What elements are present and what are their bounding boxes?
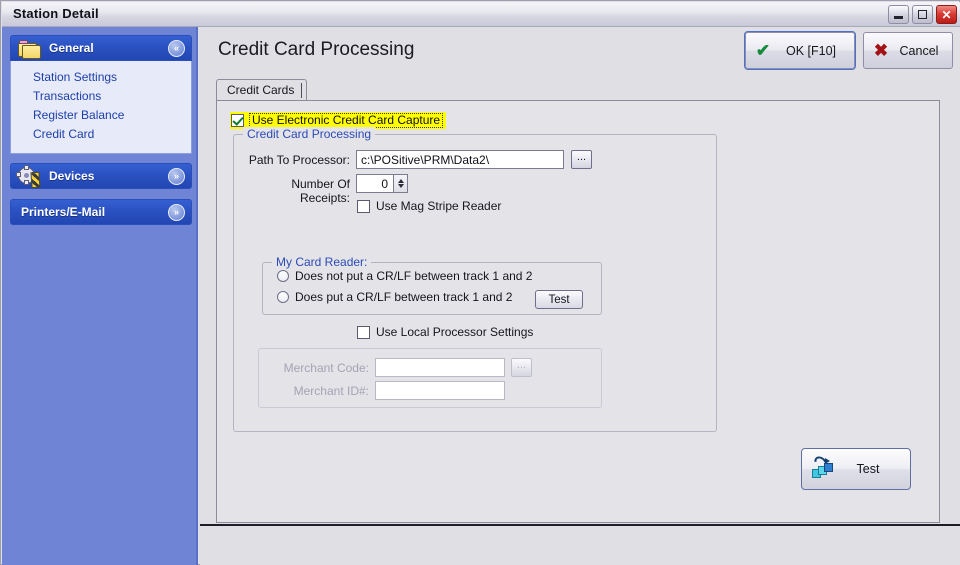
- use-local-processor-settings-checkbox[interactable]: Use Local Processor Settings: [357, 325, 533, 339]
- path-to-processor-browse-button[interactable]: ...: [571, 150, 592, 169]
- sidebar-item-credit-card[interactable]: Credit Card: [11, 125, 191, 144]
- use-mag-stripe-reader-label: Use Mag Stripe Reader: [376, 199, 502, 213]
- radio-with-crlf[interactable]: Does put a CR/LF between track 1 and 2: [277, 290, 512, 304]
- close-button[interactable]: ✕: [936, 5, 957, 24]
- radio-button-circle: [277, 270, 289, 282]
- my-card-reader-group: My Card Reader: Does not put a CR/LF bet…: [262, 255, 602, 315]
- page-title: Credit Card Processing: [218, 39, 415, 60]
- path-to-processor-input[interactable]: c:\POSitive\PRM\Data2\: [356, 150, 564, 169]
- maximize-button[interactable]: [912, 5, 933, 24]
- my-card-reader-group-title: My Card Reader:: [272, 255, 372, 269]
- sidebar-item-station-settings[interactable]: Station Settings: [11, 68, 191, 87]
- merchant-settings-group: Merchant Code: ... Merchant ID#:: [258, 348, 602, 408]
- maximize-icon: [913, 6, 932, 23]
- radio-button-circle: [277, 291, 289, 303]
- ok-button[interactable]: ✔ OK [F10]: [745, 32, 855, 69]
- sidebar: General « Station Settings Transactions …: [2, 27, 198, 565]
- cancel-button[interactable]: ✖ Cancel: [863, 32, 953, 69]
- number-of-receipts-input[interactable]: 0: [356, 174, 394, 193]
- bottom-strip: [200, 524, 960, 565]
- merchant-id-input[interactable]: [375, 381, 505, 400]
- gear-icon: [16, 165, 46, 189]
- check-icon: ✔: [755, 40, 771, 60]
- tab-page-credit-cards: Use Electronic Credit Card Capture Credi…: [216, 100, 940, 523]
- radio-no-crlf-label: Does not put a CR/LF between track 1 and…: [295, 269, 533, 283]
- minimize-icon: [889, 6, 908, 23]
- checkbox-box: [357, 199, 370, 213]
- sidebar-group-printers-email: Printers/E-Mail »: [10, 199, 192, 225]
- path-to-processor-label: Path To Processor:: [248, 153, 350, 167]
- window-title: Station Detail: [13, 6, 99, 21]
- content-panel: Credit Card Processing ✔ OK [F10] ✖ Canc…: [200, 27, 960, 565]
- test-button[interactable]: Test: [801, 448, 911, 490]
- spinner-up-icon[interactable]: [397, 179, 404, 183]
- sidebar-group-header-devices[interactable]: Devices »: [10, 163, 192, 189]
- folder-icon: [18, 39, 44, 60]
- station-detail-window: Station Detail ✕ General « Station Setti…: [0, 0, 960, 565]
- sidebar-group-label-printers-email: Printers/E-Mail: [21, 205, 106, 219]
- chevron-down-icon[interactable]: »: [168, 168, 185, 185]
- test-button-label: Test: [856, 462, 880, 476]
- chevron-down-icon[interactable]: »: [168, 204, 185, 221]
- number-of-receipts-spinner[interactable]: [394, 174, 408, 193]
- merchant-code-browse-button[interactable]: ...: [511, 358, 532, 377]
- minimize-button[interactable]: [888, 5, 909, 24]
- tab-credit-cards[interactable]: Credit Cards: [216, 79, 308, 101]
- checkbox-box: [357, 325, 370, 339]
- merchant-code-label: Merchant Code:: [283, 361, 369, 375]
- sidebar-group-label-devices: Devices: [49, 169, 95, 183]
- radio-with-crlf-label: Does put a CR/LF between track 1 and 2: [295, 290, 513, 304]
- use-mag-stripe-reader-checkbox[interactable]: Use Mag Stripe Reader: [357, 199, 501, 213]
- close-icon: ✕: [941, 7, 952, 22]
- merchant-id-label: Merchant ID#:: [293, 384, 369, 398]
- sidebar-group-body-general: Station Settings Transactions Register B…: [10, 61, 192, 154]
- credit-card-processing-group-title: Credit Card Processing: [243, 127, 376, 141]
- checkbox-box: [231, 114, 244, 127]
- use-electronic-credit-card-capture-label: Use Electronic Credit Card Capture: [249, 113, 444, 128]
- radio-no-crlf[interactable]: Does not put a CR/LF between track 1 and…: [277, 269, 532, 283]
- chevron-up-icon[interactable]: «: [168, 40, 185, 57]
- sidebar-group-header-general[interactable]: General «: [10, 35, 192, 61]
- cancel-button-label: Cancel: [899, 43, 939, 58]
- sidebar-group-label-general: General: [49, 41, 94, 55]
- ok-button-label: OK [F10]: [785, 43, 837, 58]
- spinner-down-icon[interactable]: [397, 184, 404, 188]
- merchant-code-input[interactable]: [375, 358, 505, 377]
- credit-card-processing-group: Credit Card Processing Path To Processor…: [233, 127, 717, 432]
- cross-icon: ✖: [873, 40, 889, 60]
- sidebar-item-register-balance[interactable]: Register Balance: [11, 106, 191, 125]
- card-reader-test-button[interactable]: Test: [535, 290, 583, 309]
- title-bar: Station Detail ✕: [2, 2, 960, 27]
- sidebar-group-header-printers-email[interactable]: Printers/E-Mail »: [10, 199, 192, 225]
- sidebar-group-general: General « Station Settings Transactions …: [10, 35, 192, 154]
- tab-strip: Credit Cards: [216, 79, 940, 101]
- sidebar-item-transactions[interactable]: Transactions: [11, 87, 191, 106]
- number-of-receipts-label: Number Of Receipts:: [291, 177, 350, 205]
- use-local-processor-settings-label: Use Local Processor Settings: [376, 325, 534, 339]
- sidebar-group-devices: Devices »: [10, 163, 192, 189]
- card-test-icon: [810, 454, 840, 482]
